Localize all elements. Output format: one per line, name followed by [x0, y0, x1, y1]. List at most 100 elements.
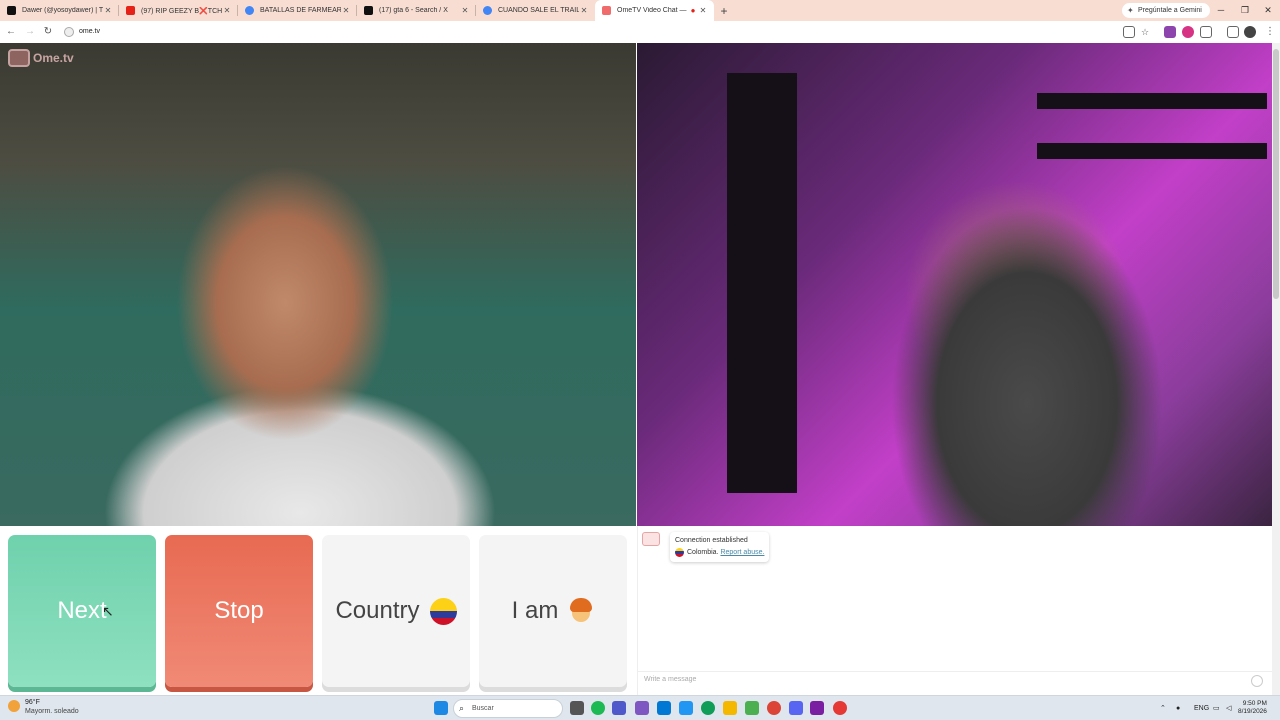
date: 8/19/2026 [1238, 708, 1267, 715]
site-info-icon[interactable] [64, 27, 74, 37]
taskbar-search[interactable]: ⌕ Buscar [453, 699, 563, 718]
google-icon [483, 6, 492, 15]
chat-panel: Connection established Colombia. Report … [637, 526, 1273, 695]
app-icon[interactable] [635, 701, 649, 715]
gemini-button[interactable]: ✦ Pregúntale a Gemini [1122, 3, 1210, 18]
outlook-icon[interactable] [657, 701, 671, 715]
close-icon[interactable]: ✕ [698, 6, 708, 15]
extensions-puzzle-icon[interactable] [1200, 26, 1212, 38]
tab-strip: Dawer (@yosoydawer) | TikTok ✕ (97) RIP … [0, 0, 1280, 21]
browser-tab-tiktok[interactable]: Dawer (@yosoydawer) | TikTok ✕ [0, 0, 119, 21]
cast-icon[interactable] [1123, 26, 1135, 38]
windows-taskbar: 96°F Mayorm. soleado ⌕ Buscar ⌃ ● ENG ▭ … [0, 695, 1280, 720]
forward-icon[interactable]: → [22, 24, 38, 40]
recording-icon: ● [690, 6, 696, 15]
tab-label: CUANDO SALE EL TRAILER DE [498, 7, 579, 14]
browser-tab-x[interactable]: (17) gta 6 - Search / X ✕ [357, 0, 476, 21]
colombia-flag-icon [429, 597, 457, 625]
volume-icon[interactable]: ◁ [1226, 696, 1231, 720]
gender-button[interactable]: I am [479, 535, 627, 687]
url-field[interactable]: ome.tv [61, 24, 1121, 40]
task-view-icon[interactable] [570, 701, 584, 715]
system-message: Connection established Colombia. Report … [670, 532, 770, 562]
url-text: ome.tv [79, 28, 101, 35]
stranger-video: Ome.tv [0, 43, 636, 526]
search-placeholder: Buscar [472, 705, 494, 712]
minimize-button[interactable]: ─ [1209, 0, 1233, 21]
restore-button[interactable]: ❐ [1233, 0, 1257, 21]
window-close-button[interactable]: ✕ [1256, 0, 1280, 21]
tray-chevron-icon[interactable]: ⌃ [1160, 696, 1166, 720]
emoji-icon[interactable] [1251, 675, 1263, 687]
menu-dots-icon[interactable]: ⋮ [1262, 24, 1278, 40]
edge-icon[interactable] [701, 701, 715, 715]
language-indicator[interactable]: ENG [1194, 696, 1209, 720]
next-button[interactable]: Next [8, 535, 156, 687]
wall-shelf [1037, 93, 1267, 109]
logo-text: Ome.tv [33, 51, 74, 65]
tab-label: (17) gta 6 - Search / X [379, 7, 448, 14]
reload-icon[interactable]: ↻ [40, 24, 56, 40]
connection-status: Connection established [675, 537, 748, 544]
next-label: Next [57, 597, 107, 624]
close-icon[interactable]: ✕ [222, 6, 232, 15]
message-input[interactable]: Write a message [638, 671, 1273, 691]
google-icon [245, 6, 254, 15]
page-scrollbar[interactable] [1272, 43, 1280, 695]
ometv-page: Ome.tv Next Stop Country I am ↖ Connecti… [0, 43, 1273, 695]
browser-tab-ometv[interactable]: OmeTV Video Chat — Ome ● ✕ [595, 0, 714, 21]
ometv-logo: Ome.tv [8, 49, 74, 67]
extension-icon[interactable] [1164, 26, 1176, 38]
microphone-icon[interactable]: ● [1176, 696, 1180, 720]
gender-label: I am [511, 597, 559, 624]
partner-country: Colombia. [687, 549, 719, 556]
mouse-cursor-icon: ↖ [102, 603, 114, 619]
wall-shelf [1037, 143, 1267, 159]
browser-tab-google-1[interactable]: BATALLAS DE FARMEAR AURA ✕ [238, 0, 357, 21]
browser-tab-google-2[interactable]: CUANDO SALE EL TRAILER DE ✕ [476, 0, 595, 21]
discord-icon[interactable] [789, 701, 803, 715]
browser-tab-youtube[interactable]: (97) RIP GEEZY B❌TCH (LA CA ✕ [119, 0, 238, 21]
tab-label: OmeTV Video Chat — Ome [617, 7, 688, 14]
boy-emoji-icon [568, 598, 594, 624]
country-label: Country [335, 597, 420, 624]
report-abuse-link[interactable]: Report abuse. [720, 549, 764, 556]
profile-avatar[interactable] [1244, 26, 1256, 38]
sun-icon [8, 700, 20, 712]
start-icon[interactable] [434, 701, 448, 715]
close-icon[interactable]: ✕ [460, 6, 470, 15]
gemini-label: Pregúntale a Gemini [1138, 7, 1202, 14]
ometv-chat-icon [642, 532, 660, 546]
close-icon[interactable]: ✕ [579, 6, 589, 15]
sparkle-icon: ✦ [1127, 6, 1134, 15]
country-button[interactable]: Country [322, 535, 470, 687]
chrome-icon[interactable] [767, 701, 781, 715]
app-icon[interactable] [745, 701, 759, 715]
youtube-icon [126, 6, 135, 15]
store-icon[interactable] [679, 701, 693, 715]
stop-button[interactable]: Stop [165, 535, 313, 687]
reading-list-icon[interactable] [1227, 26, 1239, 38]
tab-label: BATALLAS DE FARMEAR AURA [260, 7, 341, 14]
system-clock[interactable]: 9:50 PM 8/19/2026 [1238, 700, 1267, 716]
ometv-icon [602, 6, 611, 15]
file-explorer-icon[interactable] [723, 701, 737, 715]
extension-shield-icon[interactable] [1182, 26, 1194, 38]
stop-label: Stop [214, 597, 264, 624]
x-icon [364, 6, 373, 15]
new-tab-button[interactable]: + [714, 4, 734, 18]
message-placeholder: Write a message [644, 676, 697, 683]
bookmark-star-icon[interactable]: ☆ [1137, 24, 1153, 40]
back-icon[interactable]: ← [3, 24, 19, 40]
close-icon[interactable]: ✕ [103, 6, 113, 15]
scrollbar-thumb[interactable] [1273, 49, 1279, 299]
next-app-icon[interactable] [810, 701, 824, 715]
sneaker-shelf [727, 73, 797, 493]
obs-icon[interactable] [833, 701, 847, 715]
spotify-icon[interactable] [591, 701, 605, 715]
teams-icon[interactable] [612, 701, 626, 715]
tv-icon [8, 49, 30, 67]
self-video [637, 43, 1272, 526]
close-icon[interactable]: ✕ [341, 6, 351, 15]
network-icon[interactable]: ▭ [1213, 696, 1220, 720]
